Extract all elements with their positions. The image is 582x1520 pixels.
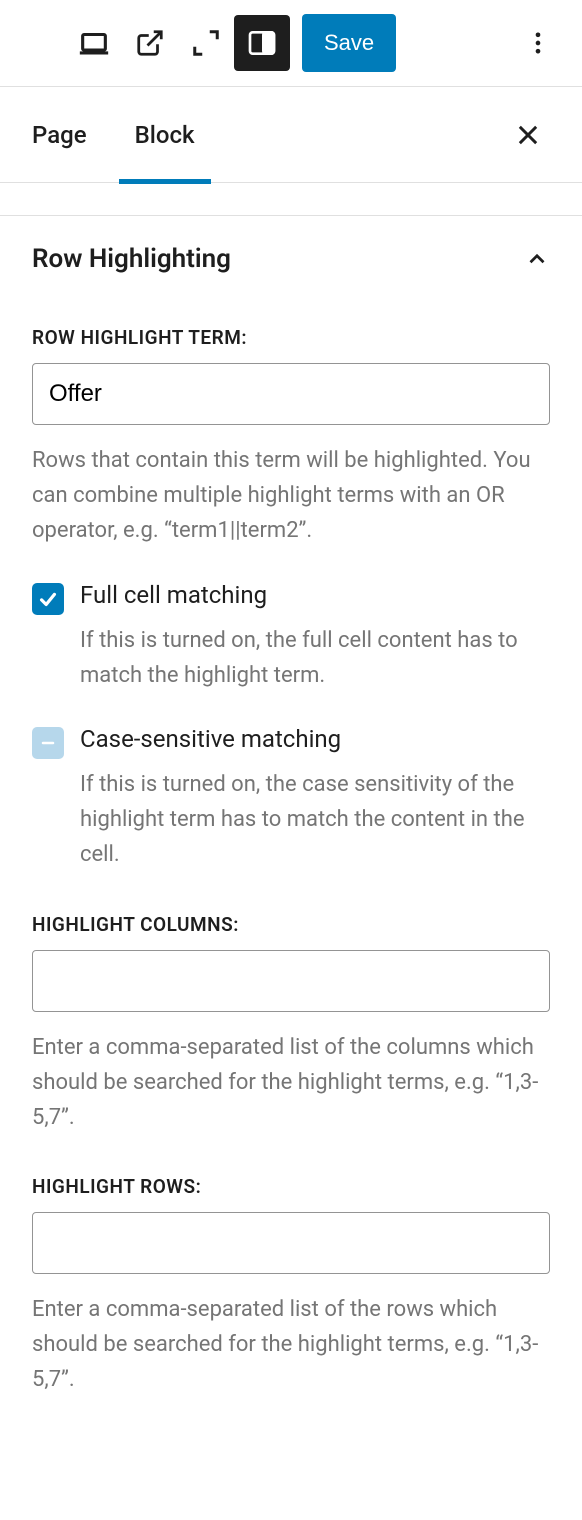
view-desktop-button[interactable]: [66, 15, 122, 71]
close-panel-button[interactable]: [506, 113, 550, 157]
close-icon: [514, 121, 542, 149]
highlight-columns-label: HIGHLIGHT COLUMNS:: [32, 913, 550, 936]
full-cell-help: If this is turned on, the full cell cont…: [80, 623, 550, 693]
highlight-columns-help: Enter a comma-separated list of the colu…: [32, 1030, 550, 1136]
view-external-button[interactable]: [122, 15, 178, 71]
editor-toolbar: Save: [0, 0, 582, 87]
full-cell-row: Full cell matching If this is turned on,…: [32, 581, 550, 693]
full-cell-checkbox[interactable]: [32, 583, 64, 615]
case-sensitive-checkbox[interactable]: [32, 727, 64, 759]
panel-title: Row Highlighting: [32, 244, 231, 274]
highlight-rows-label: HIGHLIGHT ROWS:: [32, 1175, 550, 1198]
settings-tabs: Page Block: [0, 87, 582, 183]
case-sensitive-label: Case-sensitive matching: [80, 725, 550, 753]
highlight-term-label: ROW HIGHLIGHT TERM:: [32, 326, 550, 349]
highlight-term-help: Rows that contain this term will be high…: [32, 443, 550, 549]
chevron-up-icon: [524, 246, 550, 272]
laptop-icon: [77, 26, 111, 60]
sidebar-toggle-button[interactable]: [234, 15, 290, 71]
more-vertical-icon: [524, 29, 552, 57]
panel-header[interactable]: Row Highlighting: [32, 216, 550, 298]
save-button[interactable]: Save: [302, 14, 396, 72]
full-cell-label: Full cell matching: [80, 581, 550, 609]
more-options-button[interactable]: [510, 15, 566, 71]
highlight-rows-input[interactable]: [32, 1212, 550, 1274]
tab-page[interactable]: Page: [32, 87, 87, 183]
check-icon: [37, 588, 59, 610]
case-sensitive-help: If this is turned on, the case sensitivi…: [80, 767, 550, 873]
indeterminate-icon: [38, 733, 58, 753]
highlight-columns-input[interactable]: [32, 950, 550, 1012]
sidebar-icon: [246, 27, 278, 59]
external-link-icon: [135, 28, 165, 58]
fullscreen-icon: [191, 28, 221, 58]
fullscreen-button[interactable]: [178, 15, 234, 71]
tab-block[interactable]: Block: [135, 87, 195, 183]
case-sensitive-row: Case-sensitive matching If this is turne…: [32, 725, 550, 873]
highlight-rows-help: Enter a comma-separated list of the rows…: [32, 1292, 550, 1398]
row-highlighting-panel: Row Highlighting ROW HIGHLIGHT TERM: Row…: [0, 215, 582, 1398]
highlight-term-input[interactable]: [32, 363, 550, 425]
